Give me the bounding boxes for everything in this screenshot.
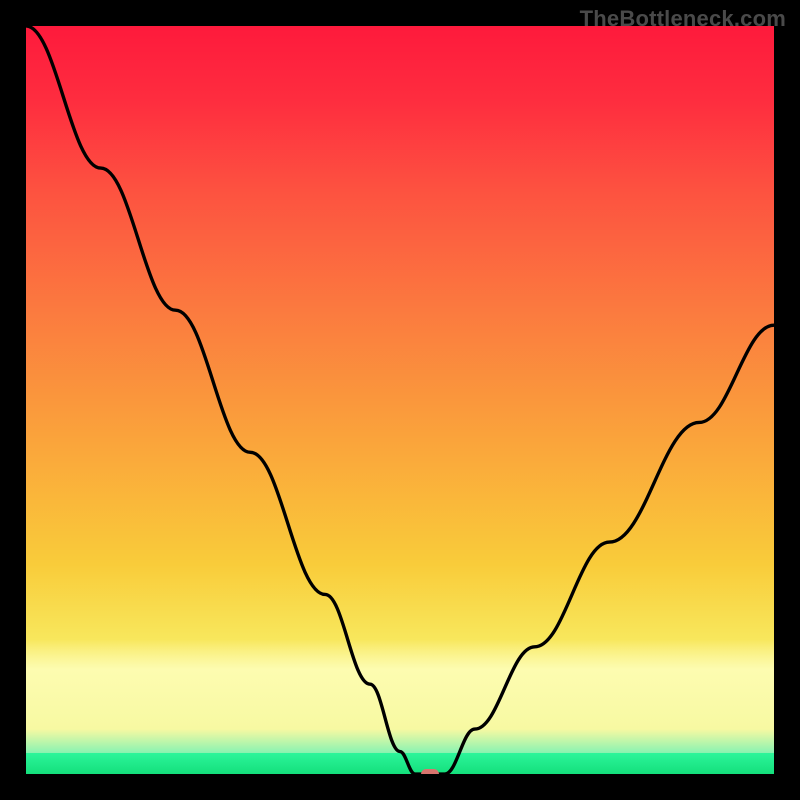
watermark-text: TheBottleneck.com <box>580 6 786 32</box>
bottleneck-curve-svg <box>26 26 774 774</box>
optimum-marker <box>421 769 439 774</box>
bottleneck-curve-path <box>26 26 774 774</box>
chart-frame: TheBottleneck.com <box>0 0 800 800</box>
plot-area <box>26 26 774 774</box>
